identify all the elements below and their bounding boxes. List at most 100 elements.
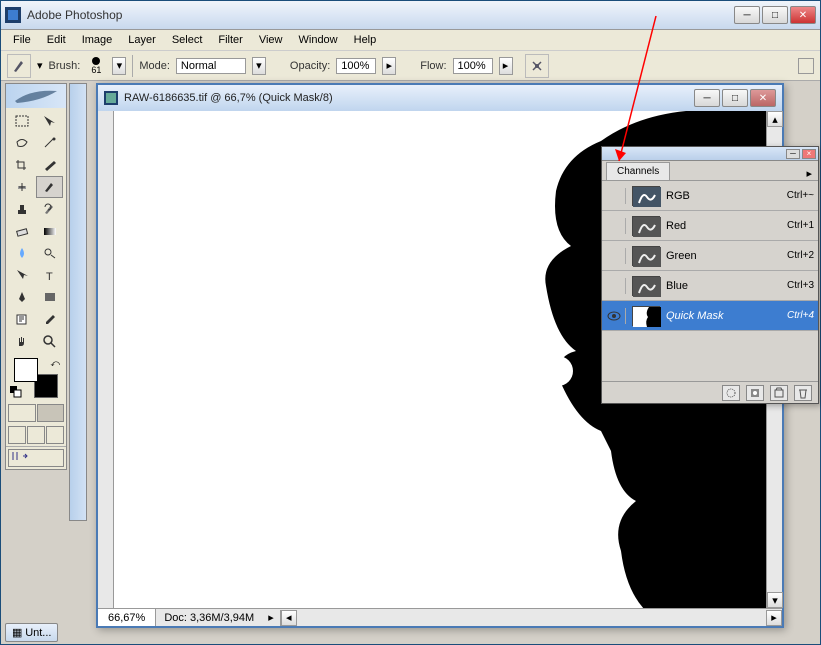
- scroll-down-button[interactable]: ▾: [767, 592, 783, 608]
- healing-brush-tool[interactable]: [8, 176, 35, 198]
- opacity-slider-button[interactable]: ▸: [382, 57, 396, 75]
- airbrush-icon[interactable]: [525, 54, 549, 78]
- horizontal-scrollbar[interactable]: ◂ ▸: [280, 610, 782, 626]
- mode-label: Mode:: [139, 60, 170, 72]
- standard-screen-button[interactable]: [8, 426, 26, 444]
- move-tool[interactable]: [36, 110, 63, 132]
- panel-menu-icon[interactable]: ▸: [800, 167, 818, 180]
- visibility-toggle[interactable]: [606, 248, 626, 264]
- palette-dock-tab[interactable]: [69, 83, 87, 521]
- scroll-right-button[interactable]: ▸: [766, 610, 782, 626]
- doc-maximize-button[interactable]: □: [722, 89, 748, 107]
- menu-edit[interactable]: Edit: [39, 31, 74, 49]
- new-channel-icon[interactable]: [770, 385, 788, 401]
- hand-tool[interactable]: [8, 330, 35, 352]
- panel-minimize-button[interactable]: ─: [786, 149, 800, 159]
- menu-help[interactable]: Help: [346, 31, 385, 49]
- flow-input[interactable]: 100%: [453, 58, 493, 74]
- document-titlebar: RAW-6186635.tif @ 66,7% (Quick Mask/8) ─…: [98, 85, 782, 111]
- flow-slider-button[interactable]: ▸: [499, 57, 513, 75]
- delete-channel-icon[interactable]: [794, 385, 812, 401]
- full-screen-menubar-button[interactable]: [27, 426, 45, 444]
- quick-mask-mode-button[interactable]: [37, 404, 65, 422]
- close-button[interactable]: ✕: [790, 6, 816, 24]
- channel-name: Quick Mask: [666, 310, 781, 322]
- panel-header[interactable]: ─ ×: [602, 147, 818, 161]
- doc-close-button[interactable]: ✕: [750, 89, 776, 107]
- menu-window[interactable]: Window: [291, 31, 346, 49]
- notes-tool[interactable]: [8, 308, 35, 330]
- menu-filter[interactable]: Filter: [210, 31, 250, 49]
- app-title: Adobe Photoshop: [27, 8, 734, 22]
- toolbox: T ⤺: [5, 83, 67, 470]
- menu-select[interactable]: Select: [164, 31, 211, 49]
- swap-colors-icon[interactable]: ⤺: [50, 358, 60, 369]
- channel-thumbnail: [632, 216, 660, 236]
- crop-tool[interactable]: [8, 154, 35, 176]
- blur-tool[interactable]: [8, 242, 35, 264]
- slice-tool[interactable]: [36, 154, 63, 176]
- palette-well-icon[interactable]: [798, 58, 814, 74]
- menu-bar: File Edit Image Layer Select Filter View…: [1, 30, 820, 51]
- standard-mode-button[interactable]: [8, 404, 36, 422]
- menu-file[interactable]: File: [5, 31, 39, 49]
- maximize-button[interactable]: □: [762, 6, 788, 24]
- channel-quick-mask[interactable]: Quick Mask Ctrl+4: [602, 301, 818, 331]
- panel-close-button[interactable]: ×: [802, 149, 816, 159]
- magic-wand-tool[interactable]: [36, 132, 63, 154]
- svg-text:T: T: [46, 271, 53, 282]
- menu-image[interactable]: Image: [74, 31, 121, 49]
- rectangular-marquee-tool[interactable]: [8, 110, 35, 132]
- scroll-up-button[interactable]: ▴: [767, 111, 783, 127]
- dropdown-arrow-icon[interactable]: ▾: [37, 59, 43, 72]
- visibility-toggle[interactable]: [606, 308, 626, 324]
- gradient-tool[interactable]: [36, 220, 63, 242]
- rectangle-tool[interactable]: [36, 286, 63, 308]
- zoom-level[interactable]: 66,67%: [98, 609, 156, 626]
- clone-stamp-tool[interactable]: [8, 198, 35, 220]
- mode-select[interactable]: Normal: [176, 58, 246, 74]
- window-tabs: ▦ Unt...: [5, 621, 58, 643]
- history-brush-tool[interactable]: [36, 198, 63, 220]
- pen-tool[interactable]: [8, 286, 35, 308]
- brush-dot-icon: [92, 57, 100, 65]
- channel-name: RGB: [666, 190, 781, 202]
- eyedropper-tool[interactable]: [36, 308, 63, 330]
- channel-red[interactable]: Red Ctrl+1: [602, 211, 818, 241]
- dodge-tool[interactable]: [36, 242, 63, 264]
- foreground-color-swatch[interactable]: [14, 358, 38, 382]
- menu-layer[interactable]: Layer: [120, 31, 164, 49]
- zoom-tool[interactable]: [36, 330, 63, 352]
- channel-blue[interactable]: Blue Ctrl+3: [602, 271, 818, 301]
- vertical-ruler[interactable]: [98, 111, 114, 608]
- full-screen-button[interactable]: [46, 426, 64, 444]
- channel-rgb[interactable]: RGB Ctrl+~: [602, 181, 818, 211]
- doc-info-arrow-icon[interactable]: ▸: [262, 611, 280, 624]
- scroll-left-button[interactable]: ◂: [281, 610, 297, 626]
- brush-tool[interactable]: [36, 176, 63, 198]
- visibility-toggle[interactable]: [606, 188, 626, 204]
- lasso-tool[interactable]: [8, 132, 35, 154]
- brush-tool-preset-icon[interactable]: [7, 54, 31, 78]
- eraser-tool[interactable]: [8, 220, 35, 242]
- opacity-input[interactable]: 100%: [336, 58, 376, 74]
- load-selection-icon[interactable]: [722, 385, 740, 401]
- imageready-jump-button[interactable]: [8, 449, 64, 467]
- window-tab-item[interactable]: ▦ Unt...: [5, 623, 58, 642]
- channel-green[interactable]: Green Ctrl+2: [602, 241, 818, 271]
- menu-view[interactable]: View: [251, 31, 291, 49]
- path-selection-tool[interactable]: [8, 264, 35, 286]
- type-tool[interactable]: T: [36, 264, 63, 286]
- mode-dropdown-button[interactable]: ▾: [252, 57, 266, 75]
- visibility-toggle[interactable]: [606, 218, 626, 234]
- visibility-toggle[interactable]: [606, 278, 626, 294]
- window-controls: ─ □ ✕: [734, 6, 816, 24]
- doc-minimize-button[interactable]: ─: [694, 89, 720, 107]
- brush-dropdown-button[interactable]: ▾: [112, 57, 126, 75]
- channels-tab[interactable]: Channels: [606, 162, 670, 180]
- doc-tab-icon: ▦: [12, 627, 22, 639]
- minimize-button[interactable]: ─: [734, 6, 760, 24]
- default-colors-icon[interactable]: [10, 386, 22, 398]
- save-selection-icon[interactable]: [746, 385, 764, 401]
- brush-preview[interactable]: 61: [86, 56, 106, 76]
